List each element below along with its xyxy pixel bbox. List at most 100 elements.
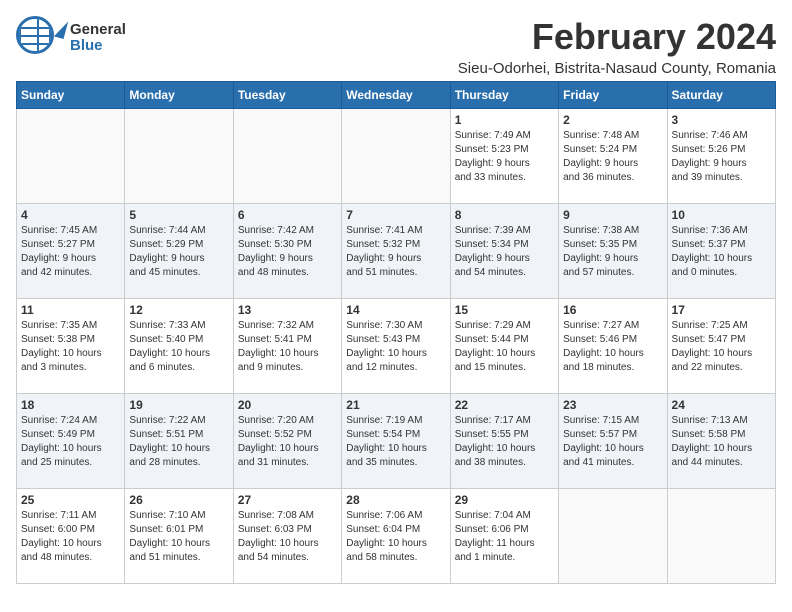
title-section: February 2024 Sieu-Odorhei, Bistrita-Nas… [458, 16, 776, 77]
day-number: 7 [346, 208, 445, 222]
day-number: 11 [21, 303, 120, 317]
day-info: Sunrise: 7:08 AM Sunset: 6:03 PM Dayligh… [238, 509, 337, 565]
page-header: General Blue February 2024 Sieu-Odorhei,… [16, 16, 776, 77]
day-number: 14 [346, 303, 445, 317]
day-number: 15 [455, 303, 554, 317]
day-info: Sunrise: 7:20 AM Sunset: 5:52 PM Dayligh… [238, 414, 337, 470]
calendar-day-cell: 6Sunrise: 7:42 AM Sunset: 5:30 PM Daylig… [233, 204, 341, 299]
day-info: Sunrise: 7:44 AM Sunset: 5:29 PM Dayligh… [129, 224, 228, 280]
calendar-day-cell: 26 Sunrise: 7:10 AM Sunset: 6:01 PM Dayli… [125, 489, 233, 584]
logo: General Blue [16, 16, 126, 60]
day-number: 29 [455, 493, 554, 507]
calendar-day-cell [17, 109, 125, 204]
calendar-week-row: 18Sunrise: 7:24 AM Sunset: 5:49 PM Dayli… [17, 394, 776, 489]
calendar-day-cell: 17 Sunrise: 7:25 AM Sunset: 5:47 PM Dayli… [667, 299, 775, 394]
weekday-header: Tuesday [233, 82, 341, 109]
day-number: 5 [129, 208, 228, 222]
day-info: Sunrise: 7:24 AM Sunset: 5:49 PM Dayligh… [21, 414, 120, 470]
day-info: Sunrise: 7:38 AM Sunset: 5:35 PM Dayligh… [563, 224, 662, 280]
calendar-day-cell [125, 109, 233, 204]
calendar-day-cell: 13 Sunrise: 7:32 AM Sunset: 5:41 PM Dayli… [233, 299, 341, 394]
calendar-day-cell: 20 Sunrise: 7:20 AM Sunset: 5:52 PM Dayli… [233, 394, 341, 489]
day-number: 9 [563, 208, 662, 222]
day-number: 1 [455, 113, 554, 127]
day-number: 20 [238, 398, 337, 412]
day-number: 13 [238, 303, 337, 317]
day-number: 3 [672, 113, 771, 127]
day-info: Sunrise: 7:32 AM Sunset: 5:41 PM Dayligh… [238, 319, 337, 375]
weekday-header: Saturday [667, 82, 775, 109]
day-info: Sunrise: 7:11 AM Sunset: 6:00 PM Dayligh… [21, 509, 120, 565]
weekday-header: Thursday [450, 82, 558, 109]
calendar-week-row: 4 Sunrise: 7:45 AM Sunset: 5:27 PM Daylig… [17, 204, 776, 299]
calendar-day-cell: 2 Sunrise: 7:48 AM Sunset: 5:24 PM Daylig… [559, 109, 667, 204]
day-info: Sunrise: 7:17 AM Sunset: 5:55 PM Dayligh… [455, 414, 554, 470]
day-number: 22 [455, 398, 554, 412]
calendar-day-cell: 19 Sunrise: 7:22 AM Sunset: 5:51 PM Dayli… [125, 394, 233, 489]
day-number: 19 [129, 398, 228, 412]
day-info: Sunrise: 7:10 AM Sunset: 6:01 PM Dayligh… [129, 509, 228, 565]
calendar-day-cell: 7 Sunrise: 7:41 AM Sunset: 5:32 PM Daylig… [342, 204, 450, 299]
calendar-day-cell: 21 Sunrise: 7:19 AM Sunset: 5:54 PM Dayli… [342, 394, 450, 489]
calendar-day-cell: 12Sunrise: 7:33 AM Sunset: 5:40 PM Dayli… [125, 299, 233, 394]
day-info: Sunrise: 7:04 AM Sunset: 6:06 PM Dayligh… [455, 509, 554, 565]
calendar-day-cell [342, 109, 450, 204]
day-info: Sunrise: 7:22 AM Sunset: 5:51 PM Dayligh… [129, 414, 228, 470]
day-info: Sunrise: 7:25 AM Sunset: 5:47 PM Dayligh… [672, 319, 771, 375]
calendar-day-cell: 11 Sunrise: 7:35 AM Sunset: 5:38 PM Dayli… [17, 299, 125, 394]
day-info: Sunrise: 7:46 AM Sunset: 5:26 PM Dayligh… [672, 129, 771, 185]
day-number: 4 [21, 208, 120, 222]
calendar-day-cell: 8Sunrise: 7:39 AM Sunset: 5:34 PM Daylig… [450, 204, 558, 299]
calendar-day-cell [667, 489, 775, 584]
day-number: 28 [346, 493, 445, 507]
day-number: 16 [563, 303, 662, 317]
day-info: Sunrise: 7:19 AM Sunset: 5:54 PM Dayligh… [346, 414, 445, 470]
calendar-day-cell [559, 489, 667, 584]
weekday-header-row: SundayMondayTuesdayWednesdayThursdayFrid… [17, 82, 776, 109]
weekday-header: Friday [559, 82, 667, 109]
day-number: 17 [672, 303, 771, 317]
location-subtitle: Sieu-Odorhei, Bistrita-Nasaud County, Ro… [458, 60, 776, 77]
calendar-day-cell: 18Sunrise: 7:24 AM Sunset: 5:49 PM Dayli… [17, 394, 125, 489]
calendar-day-cell: 4 Sunrise: 7:45 AM Sunset: 5:27 PM Daylig… [17, 204, 125, 299]
logo-blue-text: Blue [70, 38, 126, 55]
month-title: February 2024 [458, 16, 776, 58]
day-info: Sunrise: 7:49 AM Sunset: 5:23 PM Dayligh… [455, 129, 554, 185]
calendar-day-cell: 1 Sunrise: 7:49 AM Sunset: 5:23 PM Daylig… [450, 109, 558, 204]
day-info: Sunrise: 7:06 AM Sunset: 6:04 PM Dayligh… [346, 509, 445, 565]
calendar-day-cell: 16 Sunrise: 7:27 AM Sunset: 5:46 PM Dayli… [559, 299, 667, 394]
calendar-day-cell: 14 Sunrise: 7:30 AM Sunset: 5:43 PM Dayli… [342, 299, 450, 394]
calendar-day-cell: 25Sunrise: 7:11 AM Sunset: 6:00 PM Dayli… [17, 489, 125, 584]
calendar-day-cell: 10Sunrise: 7:36 AM Sunset: 5:37 PM Dayli… [667, 204, 775, 299]
day-info: Sunrise: 7:35 AM Sunset: 5:38 PM Dayligh… [21, 319, 120, 375]
calendar-day-cell: 24 Sunrise: 7:13 AM Sunset: 5:58 PM Dayli… [667, 394, 775, 489]
day-number: 6 [238, 208, 337, 222]
day-number: 26 [129, 493, 228, 507]
day-info: Sunrise: 7:41 AM Sunset: 5:32 PM Dayligh… [346, 224, 445, 280]
calendar-day-cell: 29 Sunrise: 7:04 AM Sunset: 6:06 PM Dayli… [450, 489, 558, 584]
calendar-day-cell: 22 Sunrise: 7:17 AM Sunset: 5:55 PM Dayli… [450, 394, 558, 489]
calendar-week-row: 1 Sunrise: 7:49 AM Sunset: 5:23 PM Daylig… [17, 109, 776, 204]
day-number: 24 [672, 398, 771, 412]
calendar-day-cell: 23 Sunrise: 7:15 AM Sunset: 5:57 PM Dayli… [559, 394, 667, 489]
calendar-week-row: 25Sunrise: 7:11 AM Sunset: 6:00 PM Dayli… [17, 489, 776, 584]
day-number: 8 [455, 208, 554, 222]
day-info: Sunrise: 7:15 AM Sunset: 5:57 PM Dayligh… [563, 414, 662, 470]
day-info: Sunrise: 7:29 AM Sunset: 5:44 PM Dayligh… [455, 319, 554, 375]
day-number: 27 [238, 493, 337, 507]
day-info: Sunrise: 7:13 AM Sunset: 5:58 PM Dayligh… [672, 414, 771, 470]
day-info: Sunrise: 7:48 AM Sunset: 5:24 PM Dayligh… [563, 129, 662, 185]
day-info: Sunrise: 7:27 AM Sunset: 5:46 PM Dayligh… [563, 319, 662, 375]
calendar-day-cell: 5 Sunrise: 7:44 AM Sunset: 5:29 PM Daylig… [125, 204, 233, 299]
calendar-day-cell [233, 109, 341, 204]
day-number: 2 [563, 113, 662, 127]
day-number: 21 [346, 398, 445, 412]
weekday-header: Monday [125, 82, 233, 109]
day-info: Sunrise: 7:45 AM Sunset: 5:27 PM Dayligh… [21, 224, 120, 280]
weekday-header: Sunday [17, 82, 125, 109]
day-info: Sunrise: 7:33 AM Sunset: 5:40 PM Dayligh… [129, 319, 228, 375]
day-number: 23 [563, 398, 662, 412]
logo-general-text: General [70, 22, 126, 39]
day-info: Sunrise: 7:30 AM Sunset: 5:43 PM Dayligh… [346, 319, 445, 375]
calendar-table: SundayMondayTuesdayWednesdayThursdayFrid… [16, 81, 776, 584]
